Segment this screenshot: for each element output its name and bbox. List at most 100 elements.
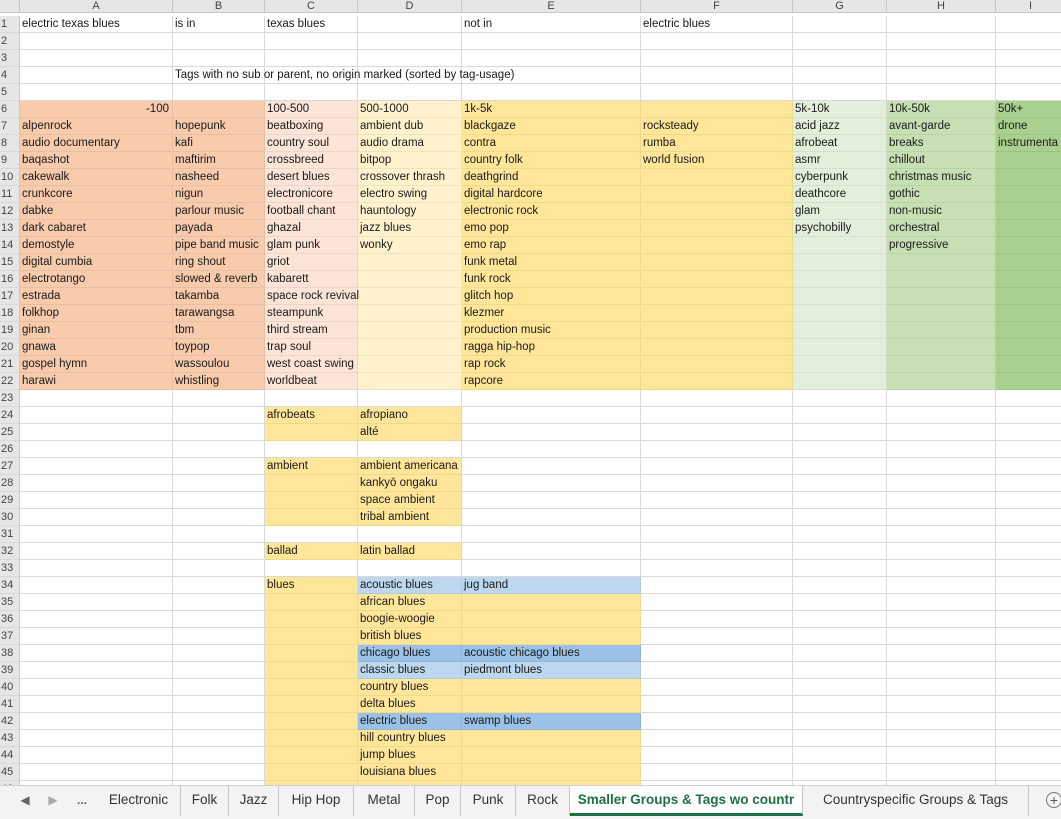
cell-i39[interactable]: [996, 662, 1061, 679]
cell-g45[interactable]: [793, 764, 887, 781]
row-header[interactable]: 21: [0, 356, 20, 373]
cell-e43[interactable]: [462, 730, 641, 747]
select-all-corner[interactable]: [0, 0, 20, 13]
cell-g34[interactable]: [793, 577, 887, 594]
cell-ballad[interactable]: ballad: [265, 543, 358, 560]
cell-f18[interactable]: [641, 305, 793, 322]
cell-e28[interactable]: [462, 475, 641, 492]
cell-a34[interactable]: [20, 577, 173, 594]
row-header[interactable]: 14: [0, 237, 20, 254]
cell-payada[interactable]: payada: [173, 220, 265, 237]
cell-h21[interactable]: [887, 356, 996, 373]
cell-demostyle[interactable]: demostyle: [20, 237, 173, 254]
cell-c40[interactable]: [265, 679, 358, 696]
row-header[interactable]: 6: [0, 101, 20, 118]
cell-blues[interactable]: blues: [265, 577, 358, 594]
cell-c42[interactable]: [265, 713, 358, 730]
cell-digital-hardcore[interactable]: digital hardcore: [462, 186, 641, 203]
cell-f17[interactable]: [641, 288, 793, 305]
cell-10k-50k[interactable]: 10k-50k: [887, 101, 996, 118]
cell-i14[interactable]: [996, 237, 1061, 254]
cell-d22[interactable]: [358, 373, 462, 390]
cell-f25[interactable]: [641, 424, 793, 441]
cell-e27[interactable]: [462, 458, 641, 475]
cell-a5[interactable]: [20, 84, 173, 101]
cell-e40[interactable]: [462, 679, 641, 696]
cell-pipe-band-music[interactable]: pipe band music: [173, 237, 265, 254]
cell-i15[interactable]: [996, 254, 1061, 271]
cell-f26[interactable]: [641, 441, 793, 458]
row-header[interactable]: 43: [0, 730, 20, 747]
cell-worldbeat[interactable]: worldbeat: [265, 373, 358, 390]
cell-c2[interactable]: [265, 33, 358, 50]
column-header-g[interactable]: G: [793, 0, 887, 13]
cell-d15[interactable]: [358, 254, 462, 271]
cell-f35[interactable]: [641, 594, 793, 611]
cell-electric-blues[interactable]: electric blues: [641, 16, 793, 33]
cell-estrada[interactable]: estrada: [20, 288, 173, 305]
cell-kabarett[interactable]: kabarett: [265, 271, 358, 288]
cell-trap-soul[interactable]: trap soul: [265, 339, 358, 356]
cell-rapcore[interactable]: rapcore: [462, 373, 641, 390]
cell-g14[interactable]: [793, 237, 887, 254]
cell-a32[interactable]: [20, 543, 173, 560]
cell-i5[interactable]: [996, 84, 1061, 101]
cell-g1[interactable]: [793, 16, 887, 33]
tab-punk[interactable]: Punk: [461, 786, 516, 816]
row-header[interactable]: 31: [0, 526, 20, 543]
cell-e25[interactable]: [462, 424, 641, 441]
row-header[interactable]: 37: [0, 628, 20, 645]
cell-h38[interactable]: [887, 645, 996, 662]
cell-a35[interactable]: [20, 594, 173, 611]
cell-psychobilly[interactable]: psychobilly: [793, 220, 887, 237]
cell-g43[interactable]: [793, 730, 887, 747]
cell-e31[interactable]: [462, 526, 641, 543]
cell-i27[interactable]: [996, 458, 1061, 475]
cell-f28[interactable]: [641, 475, 793, 492]
cell-d23[interactable]: [358, 390, 462, 407]
cell-alpenrock[interactable]: alpenrock: [20, 118, 173, 135]
cell-i32[interactable]: [996, 543, 1061, 560]
cell-afropiano[interactable]: afropiano: [358, 407, 462, 424]
cell-is-in[interactable]: is in: [173, 16, 265, 33]
cell-electric-blues[interactable]: electric blues: [358, 713, 462, 730]
cell-g42[interactable]: [793, 713, 887, 730]
cell-folkhop[interactable]: folkhop: [20, 305, 173, 322]
cell-delta-blues[interactable]: delta blues: [358, 696, 462, 713]
cell-piedmont-blues[interactable]: piedmont blues: [462, 662, 641, 679]
cell-bitpop[interactable]: bitpop: [358, 152, 462, 169]
row-header[interactable]: 32: [0, 543, 20, 560]
cell-f33[interactable]: [641, 560, 793, 577]
cell-i28[interactable]: [996, 475, 1061, 492]
cell-e5[interactable]: [462, 84, 641, 101]
cell-a37[interactable]: [20, 628, 173, 645]
row-header[interactable]: 7: [0, 118, 20, 135]
cell-h24[interactable]: [887, 407, 996, 424]
cell-g35[interactable]: [793, 594, 887, 611]
cell-500-1000[interactable]: 500-1000: [358, 101, 462, 118]
cell-african-blues[interactable]: african blues: [358, 594, 462, 611]
cell-d21[interactable]: [358, 356, 462, 373]
cell-g26[interactable]: [793, 441, 887, 458]
cell-e24[interactable]: [462, 407, 641, 424]
column-header-e[interactable]: E: [462, 0, 641, 13]
cell-c25[interactable]: [265, 424, 358, 441]
cell-g30[interactable]: [793, 509, 887, 526]
tab-metal[interactable]: Metal: [354, 786, 415, 816]
cell-a4[interactable]: [20, 67, 173, 84]
cell-b41[interactable]: [173, 696, 265, 713]
cell-h30[interactable]: [887, 509, 996, 526]
tab-electronic[interactable]: Electronic: [97, 786, 181, 816]
cell-deathgrind[interactable]: deathgrind: [462, 169, 641, 186]
cell-h40[interactable]: [887, 679, 996, 696]
cell-b37[interactable]: [173, 628, 265, 645]
cell-ginan[interactable]: ginan: [20, 322, 173, 339]
cell-a41[interactable]: [20, 696, 173, 713]
cell-f15[interactable]: [641, 254, 793, 271]
cell-d33[interactable]: [358, 560, 462, 577]
cell-a2[interactable]: [20, 33, 173, 50]
row-header[interactable]: 8: [0, 135, 20, 152]
cell-rumba[interactable]: rumba: [641, 135, 793, 152]
cell-i17[interactable]: [996, 288, 1061, 305]
cell-tbm[interactable]: tbm: [173, 322, 265, 339]
